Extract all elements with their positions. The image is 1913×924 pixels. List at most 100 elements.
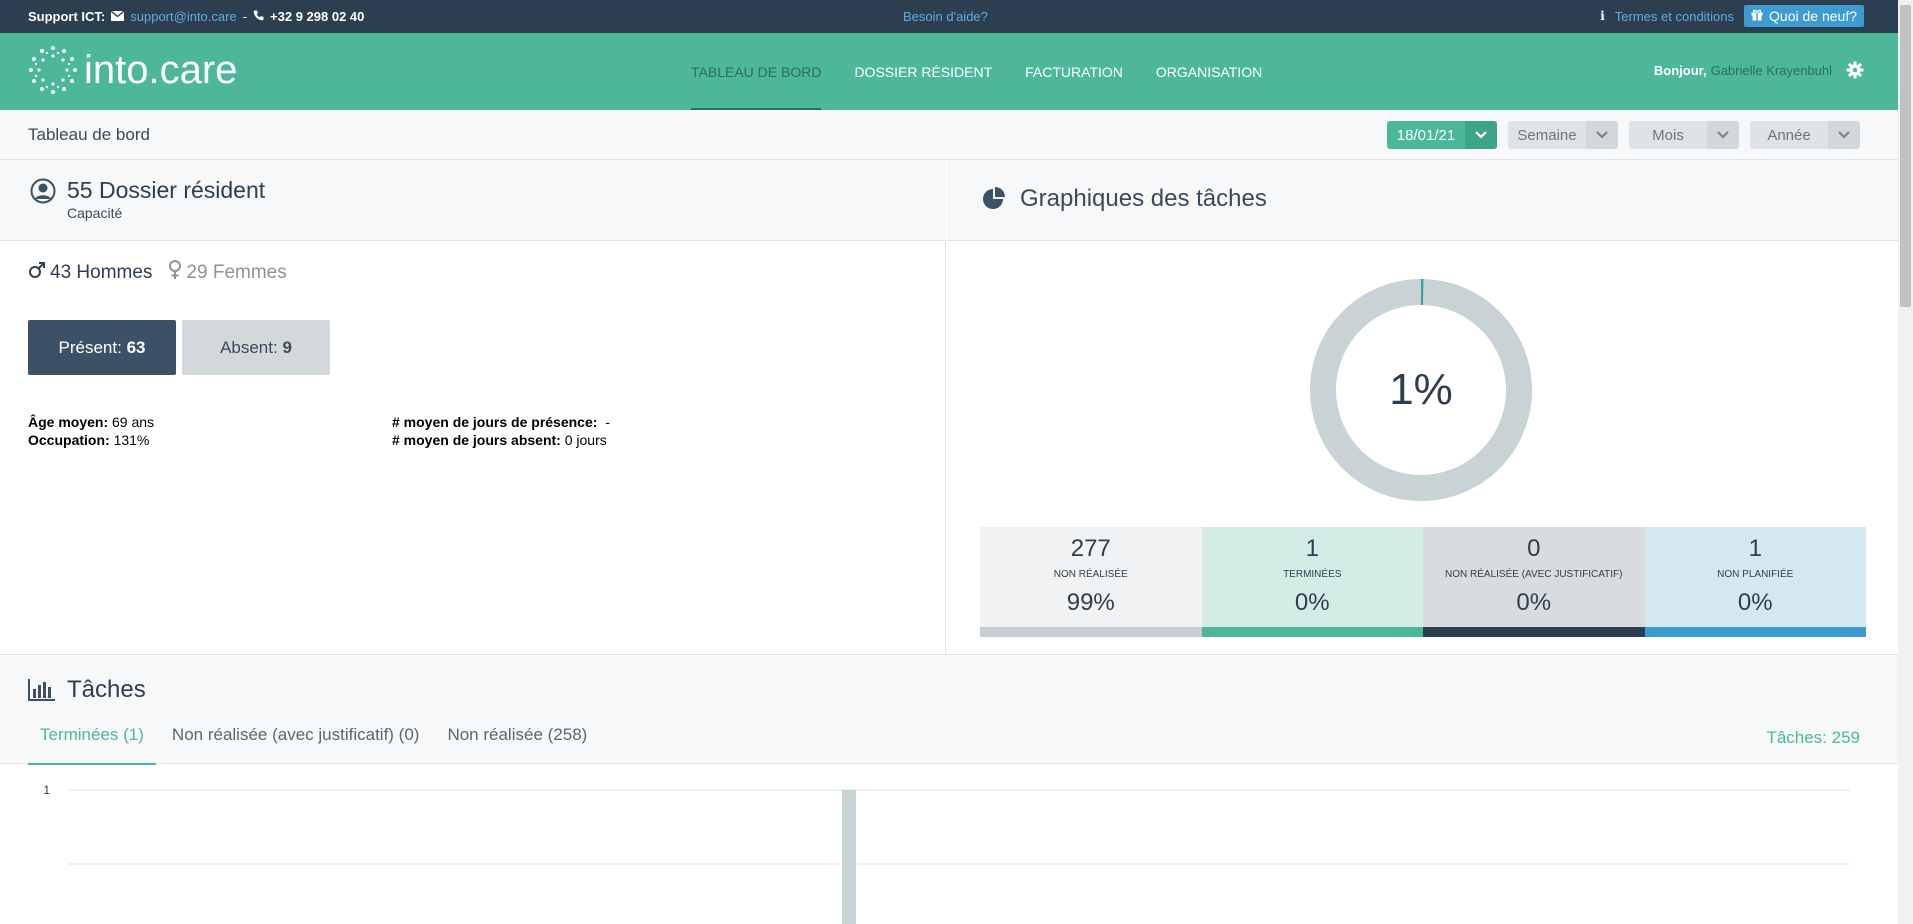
logo-icon <box>29 46 77 94</box>
avg-presence-label: # moyen de jours de présence: <box>392 414 598 430</box>
terms-link[interactable]: Termes et conditions <box>1615 9 1734 24</box>
nav-tableau-de-bord[interactable]: TABLEAU DE BORD <box>691 33 822 110</box>
residents-header: 55 Dossier résident Capacité <box>0 160 946 241</box>
date-picker[interactable]: 18/01/21 <box>1387 121 1497 149</box>
gear-icon[interactable] <box>1846 61 1864 84</box>
stat-terminees[interactable]: 1 TERMINÉES 0% <box>1201 527 1423 637</box>
nav-dossier-resident[interactable]: DOSSIER RÉSIDENT <box>854 33 992 110</box>
present-button[interactable]: Présent: 63 <box>28 320 176 375</box>
tasks-title: Tâches <box>67 676 146 703</box>
absent-button[interactable]: Absent: 9 <box>182 320 330 375</box>
present-label: Présent: <box>58 337 122 357</box>
stat-number: 1 <box>1305 535 1319 562</box>
women-count: 29 Femmes <box>186 262 287 283</box>
user-greeting: Bonjour, Gabrielle Krayenbuhl <box>1654 63 1832 78</box>
stat-non-realisee[interactable]: 277 NON RÉALISÉE 99% <box>980 527 1202 637</box>
support-phone: +32 9 298 02 40 <box>270 9 365 24</box>
stat-non-planifiee[interactable]: 1 NON PLANIFIÉE 0% <box>1644 527 1866 637</box>
male-icon <box>28 261 46 285</box>
month-select[interactable]: Mois <box>1629 121 1739 149</box>
avg-absent-label: # moyen de jours absent: <box>392 432 561 448</box>
pie-chart-icon <box>982 186 1006 215</box>
user-circle-icon <box>30 178 56 209</box>
separator: - <box>242 9 248 24</box>
envelope-icon <box>110 9 125 24</box>
chevron-down-icon[interactable] <box>1707 121 1739 149</box>
stat-label: NON RÉALISÉE <box>1053 569 1128 580</box>
stats-column-2: # moyen de jours de présence: - # moyen … <box>392 413 610 449</box>
residents-count-title[interactable]: 55 Dossier résident <box>67 177 265 204</box>
stats-column-1: Âge moyen: 69 ans Occupation: 131% <box>28 413 154 449</box>
chevron-down-icon[interactable] <box>1465 121 1497 149</box>
bar-chart-svg: 1 <box>43 783 1850 924</box>
page-title: Tableau de bord <box>28 125 150 144</box>
women-stat: 29 Femmes <box>168 260 287 286</box>
avg-presence-value: - <box>605 414 610 430</box>
date-value: 18/01/21 <box>1396 126 1456 144</box>
tasks-tabs: Terminées (1) Non réalisée (avec justifi… <box>28 725 603 765</box>
greeting-label: Bonjour, <box>1653 63 1707 78</box>
avg-age-value: 69 ans <box>112 414 155 430</box>
support-email-link[interactable]: support@into.care <box>130 9 236 24</box>
scrollbar-thumb[interactable] <box>1900 5 1911 307</box>
info-icon: i <box>1600 9 1605 23</box>
bar[interactable] <box>842 790 856 924</box>
topbar-right: i Termes et conditions Quoi de neuf? <box>1600 5 1864 27</box>
stat-non-realisee-justificatif[interactable]: 0 NON RÉALISÉE (AVEC JUSTIFICATIF) 0% <box>1423 527 1645 637</box>
support-label: Support ICT: <box>28 9 106 24</box>
tab-non-realisee-justificatif[interactable]: Non réalisée (avec justificatif) (0) <box>160 725 432 765</box>
whats-new-label: Quoi de neuf? <box>1769 8 1857 24</box>
task-stat-cells: 277 NON RÉALISÉE 99% 1 TERMINÉES 0% 0 NO… <box>980 527 1866 637</box>
occupation-label: Occupation: <box>28 432 110 448</box>
avg-absent-value: 0 jours <box>564 432 607 448</box>
task-charts-title: Graphiques des tâches <box>1020 185 1267 212</box>
year-select[interactable]: Année <box>1750 121 1860 149</box>
stat-label: NON RÉALISÉE (AVEC JUSTIFICATIF) <box>1445 569 1623 580</box>
female-icon <box>168 260 182 286</box>
tasks-section: Tâches Terminées (1) Non réalisée (avec … <box>0 654 1898 765</box>
stat-bar <box>1644 627 1866 637</box>
men-count: 43 Hommes <box>50 262 153 283</box>
week-select[interactable]: Semaine <box>1508 121 1618 149</box>
donut-percent: 1% <box>1389 365 1453 414</box>
help-link[interactable]: Besoin d'aide? <box>903 9 988 24</box>
support-contact: Support ICT: support@into.care - +32 9 2… <box>28 9 364 24</box>
phone-icon <box>253 9 264 24</box>
bar-chart-icon <box>28 679 56 706</box>
tab-non-realisee[interactable]: Non réalisée (258) <box>435 725 599 765</box>
page-scrollbar[interactable] <box>1898 0 1913 924</box>
support-bar: Support ICT: support@into.care - +32 9 2… <box>0 0 1898 33</box>
logo-text: into.care <box>84 47 238 92</box>
absent-value: 9 <box>282 337 292 357</box>
capacity-label: Capacité <box>67 205 123 221</box>
task-charts-header: Graphiques des tâches <box>947 160 1898 241</box>
stat-label: TERMINÉES <box>1283 569 1342 580</box>
year-label: Année <box>1767 126 1811 144</box>
tasks-bar-chart: 1 <box>0 765 1898 924</box>
user-name[interactable]: Gabrielle Krayenbuhl <box>1711 63 1832 78</box>
tasks-total: Tâches: 259 <box>1766 728 1860 747</box>
nav-organisation[interactable]: ORGANISATION <box>1156 33 1262 110</box>
main-nav: TABLEAU DE BORD DOSSIER RÉSIDENT FACTURA… <box>691 33 1295 110</box>
present-value: 63 <box>126 337 146 357</box>
whats-new-button[interactable]: Quoi de neuf? <box>1744 5 1864 27</box>
chevron-down-icon[interactable] <box>1586 121 1618 149</box>
stat-number: 277 <box>1070 535 1111 562</box>
gift-icon <box>1751 8 1763 24</box>
gender-breakdown: 43 Hommes 29 Femmes <box>28 260 287 286</box>
stat-percent: 99% <box>1066 589 1115 616</box>
tab-terminees[interactable]: Terminées (1) <box>28 725 156 765</box>
stat-percent: 0% <box>1737 589 1773 616</box>
page-subheader: Tableau de bord 18/01/21 Semaine Mois An… <box>0 110 1898 160</box>
stat-label: NON PLANIFIÉE <box>1717 569 1794 580</box>
task-donut: 1% <box>1309 278 1533 502</box>
chevron-down-icon[interactable] <box>1828 121 1860 149</box>
logo[interactable]: into.care <box>28 45 237 95</box>
task-charts-panel: Graphiques des tâches 1% 277 NON RÉALISÉ… <box>947 160 1898 654</box>
y-tick-label: 1 <box>43 783 50 797</box>
stat-number: 0 <box>1527 535 1541 562</box>
main-header: into.care TABLEAU DE BORD DOSSIER RÉSIDE… <box>0 33 1898 110</box>
nav-facturation[interactable]: FACTURATION <box>1025 33 1123 110</box>
avg-age-label: Âge moyen: <box>28 414 109 430</box>
absent-label: Absent: <box>220 337 278 357</box>
